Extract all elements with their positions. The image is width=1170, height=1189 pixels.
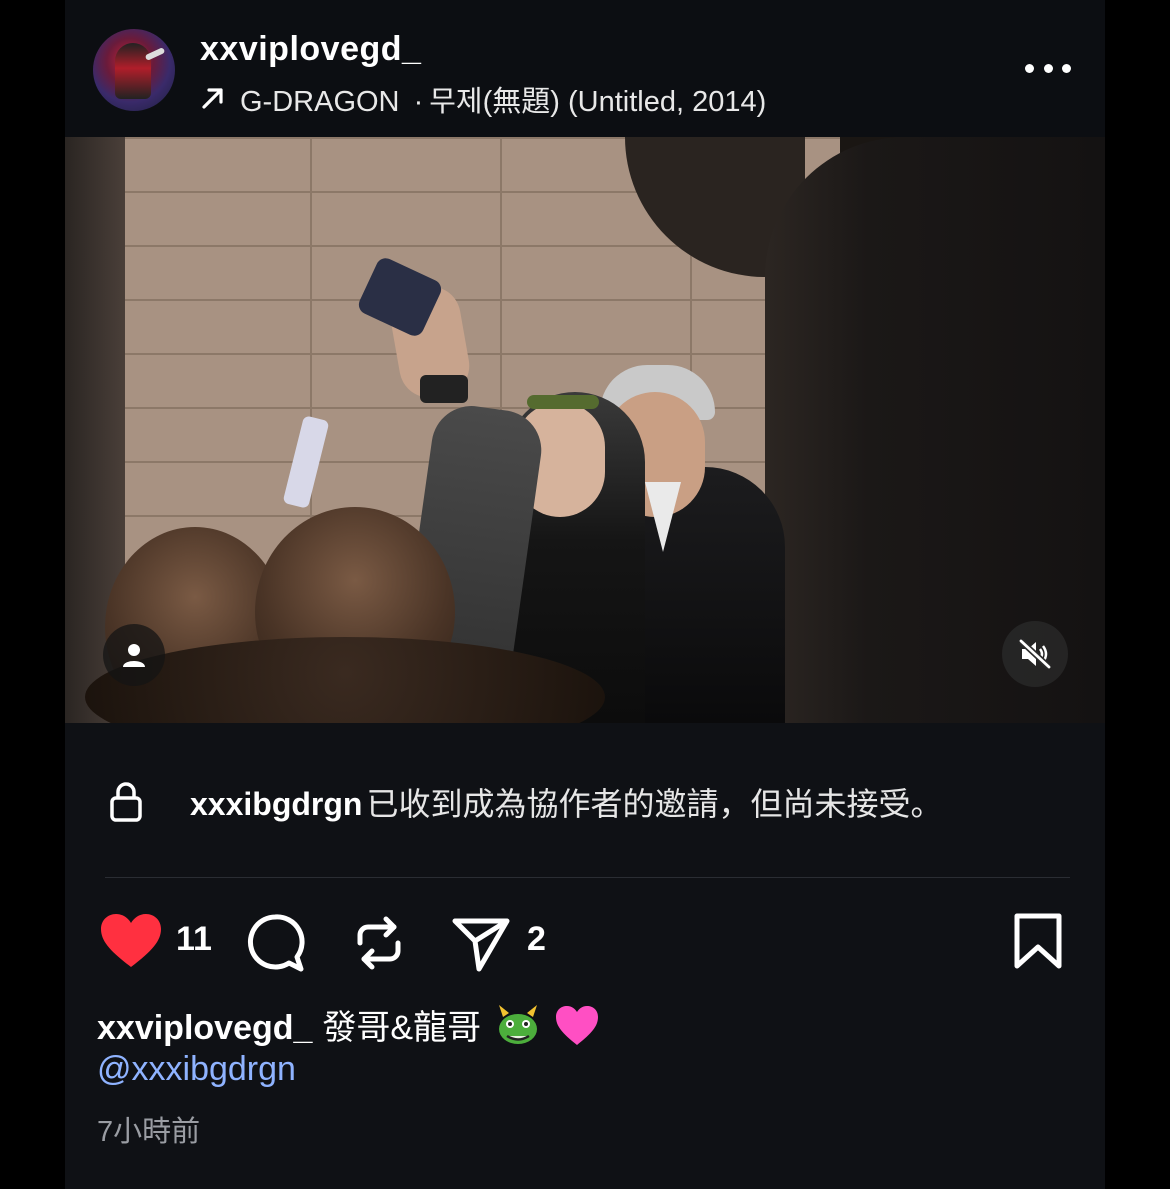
share-icon[interactable] <box>451 913 511 978</box>
pink-heart-emoji <box>554 1005 600 1047</box>
lock-icon <box>109 781 143 828</box>
divider <box>105 877 1070 878</box>
action-bar: 11 2 <box>65 905 1105 980</box>
repost-icon[interactable] <box>352 913 406 978</box>
bookmark-icon[interactable] <box>1013 913 1063 974</box>
more-icon[interactable] <box>1025 60 1071 76</box>
song-attribution[interactable]: G-DRAGON · 무제(無題) (Untitled, 2014) <box>200 78 766 120</box>
caption-text: 發哥&龍哥 <box>322 1009 482 1047</box>
collab-message: xxxibgdrgn 已收到成為協作者的邀請，但尚未接受。 <box>190 779 942 825</box>
caption: xxviplovegd_ 發哥&龍哥 <box>97 1000 600 1049</box>
heart-icon[interactable] <box>100 913 162 974</box>
song-title: 무제(無題) (Untitled, 2014) <box>429 86 767 118</box>
caption-mention[interactable]: @xxxibgdrgn <box>97 1050 296 1089</box>
post-photo[interactable] <box>65 137 1105 723</box>
post-timestamp: 7小時前 <box>97 1116 201 1148</box>
user-tag-icon[interactable] <box>103 624 165 686</box>
repost-arrow-icon <box>200 85 228 119</box>
collab-username[interactable]: xxxibgdrgn <box>190 786 362 822</box>
collab-message-text: 已收到成為協作者的邀請，但尚未接受。 <box>366 786 943 822</box>
dragon-emoji <box>495 1003 541 1047</box>
share-count[interactable]: 2 <box>527 920 546 959</box>
caption-username[interactable]: xxviplovegd_ <box>97 1009 312 1047</box>
like-count[interactable]: 11 <box>176 920 212 959</box>
comment-icon[interactable] <box>245 913 305 978</box>
avatar[interactable] <box>93 29 175 111</box>
song-separator: · <box>413 86 424 118</box>
mute-icon[interactable] <box>1002 621 1068 687</box>
collab-notice: xxxibgdrgn 已收到成為協作者的邀請，但尚未接受。 <box>65 723 1105 879</box>
song-artist: G-DRAGON <box>240 86 400 118</box>
post-header: xxviplovegd_ G-DRAGON · 무제(無題) (Untitled,… <box>65 0 1105 137</box>
post-frame: xxviplovegd_ G-DRAGON · 무제(無題) (Untitled,… <box>65 0 1105 1189</box>
post-username[interactable]: xxviplovegd_ <box>200 30 421 69</box>
